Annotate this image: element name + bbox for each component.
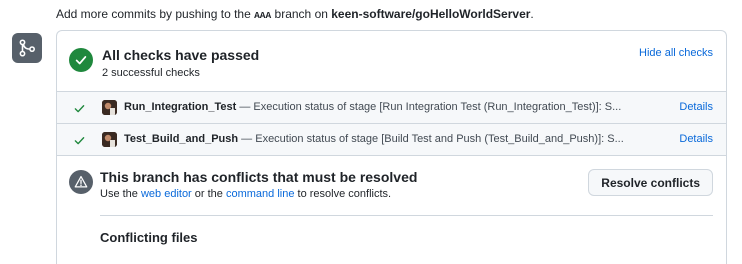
checks-summary: All checks have passed 2 successful chec… — [57, 31, 726, 92]
check-status-text: — Execution status of stage [Run Integra… — [239, 101, 622, 113]
check-row: Run_Integration_Test — Execution status … — [57, 92, 726, 124]
git-merge-icon — [12, 33, 42, 63]
hide-all-checks-link[interactable]: Hide all checks — [639, 47, 713, 59]
conflict-help-middle: or the — [191, 188, 226, 200]
check-icon — [74, 103, 85, 117]
command-line-link[interactable]: command line — [226, 188, 294, 200]
check-name: Test_Build_and_Push — [124, 133, 239, 145]
checks-title: All checks have passed — [102, 47, 260, 63]
avatar — [102, 132, 117, 147]
push-instructions: Add more commits by pushing to the AAA b… — [56, 7, 534, 21]
check-circle-icon — [69, 48, 93, 72]
conflict-help-suffix: to resolve conflicts. — [294, 188, 392, 200]
details-link[interactable]: Details — [679, 133, 713, 145]
check-description: Run_Integration_Test — Execution status … — [124, 101, 621, 113]
conflict-title: This branch has conflicts that must be r… — [100, 169, 418, 185]
push-middle: branch on — [271, 7, 332, 21]
conflict-help-text: Use the web editor or the command line t… — [100, 188, 391, 200]
push-prefix: Add more commits by pushing to the — [56, 7, 255, 21]
push-suffix: . — [530, 7, 534, 21]
check-icon — [74, 135, 85, 149]
avatar — [102, 100, 117, 115]
check-row: Test_Build_and_Push — Execution status o… — [57, 124, 726, 156]
branch-name: AAA — [254, 10, 272, 21]
checks-count: 2 successful checks — [102, 67, 200, 79]
check-name: Run_Integration_Test — [124, 101, 237, 113]
check-description: Test_Build_and_Push — Execution status o… — [124, 133, 624, 145]
web-editor-link[interactable]: web editor — [141, 188, 192, 200]
divider — [100, 215, 713, 216]
alert-icon — [69, 170, 93, 194]
merge-status-panel: All checks have passed 2 successful chec… — [56, 30, 727, 264]
conflicting-files-heading: Conflicting files — [100, 230, 198, 245]
resolve-conflicts-button[interactable]: Resolve conflicts — [588, 169, 713, 196]
check-status-text: — Execution status of stage [Build Test … — [241, 133, 624, 145]
details-link[interactable]: Details — [679, 101, 713, 113]
repo-name: keen-software/goHelloWorldServer — [331, 7, 531, 21]
conflict-help-prefix: Use the — [100, 188, 141, 200]
